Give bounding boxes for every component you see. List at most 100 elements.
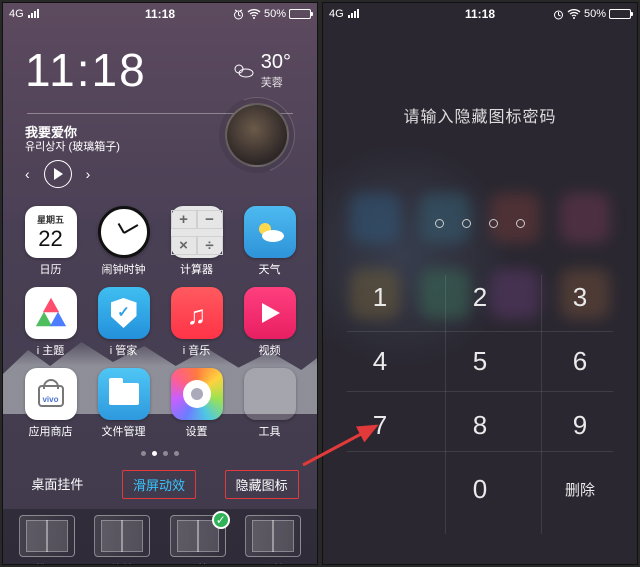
transition-thumb-icon — [19, 515, 75, 557]
key-delete[interactable]: 删除 — [535, 460, 625, 518]
tab-widgets[interactable]: 桌面挂件 — [21, 470, 93, 499]
folder-icon — [98, 368, 150, 420]
city-label: 芙蓉 — [261, 74, 291, 90]
battery-label: 50% — [264, 8, 286, 20]
keypad-line — [541, 275, 542, 534]
transition-rotate[interactable]: 旋转 — [94, 515, 150, 565]
keypad-line — [445, 275, 446, 534]
shield-icon — [98, 287, 150, 339]
app-label: 应用商店 — [29, 423, 73, 439]
app-settings[interactable]: 设置 — [163, 368, 230, 439]
key-1[interactable]: 1 — [335, 268, 425, 326]
key-7[interactable]: 7 — [335, 396, 425, 454]
app-video[interactable]: 视频 — [236, 287, 303, 358]
key-2[interactable]: 2 — [435, 268, 525, 326]
key-5[interactable]: 5 — [435, 332, 525, 390]
prev-track-icon[interactable]: ‹ — [25, 167, 30, 181]
keypad-line — [347, 391, 613, 392]
battery-label: 50% — [584, 8, 606, 20]
video-icon — [244, 287, 296, 339]
app-calendar[interactable]: 星期五 22 日历 — [17, 206, 84, 277]
song-subtitle: 유리상자 (玻璃箱子) — [25, 140, 120, 154]
app-label: 视频 — [259, 342, 281, 358]
numeric-keypad: 1 2 3 4 5 6 7 8 9 0 删除 — [335, 268, 625, 518]
app-grid: 星期五 22 日历 闹钟时钟 +−×÷ 计算器 天气 i 主题 — [3, 188, 317, 445]
transition-thumb-icon — [245, 515, 301, 557]
app-label: 天气 — [259, 261, 281, 277]
weather-block[interactable]: 30° 芙蓉 — [231, 51, 291, 90]
alarm-icon — [553, 9, 564, 20]
clock-icon — [98, 206, 150, 258]
transition-row[interactable]: 推压 旋转 ✓ 圆筒 翻转 — [3, 509, 317, 565]
app-label: 闹钟时钟 — [102, 261, 146, 277]
status-bar: 4G 11:18 50% — [3, 3, 317, 25]
tab-transition[interactable]: 滑屏动效 — [122, 470, 196, 499]
album-art[interactable] — [225, 103, 289, 167]
network-label: 4G — [329, 8, 344, 20]
pin-indicator — [435, 219, 525, 228]
key-0[interactable]: 0 — [435, 460, 525, 518]
check-icon: ✓ — [212, 511, 230, 529]
status-time: 11:18 — [465, 7, 495, 21]
transition-push[interactable]: 推压 — [19, 515, 75, 565]
wifi-icon — [567, 9, 581, 19]
app-label: 文件管理 — [102, 423, 146, 439]
gear-icon — [171, 368, 223, 420]
battery-icon — [609, 9, 631, 19]
app-label: 计算器 — [180, 261, 213, 277]
signal-icon — [347, 9, 361, 19]
weather-app-icon — [244, 206, 296, 258]
key-9[interactable]: 9 — [535, 396, 625, 454]
phone-home-editor: 4G 11:18 50% 11:18 30° 芙蓉 — [2, 2, 318, 565]
alarm-icon — [233, 9, 244, 20]
status-bar: 4G 11:18 50% — [323, 3, 637, 25]
transition-thumb-icon — [94, 515, 150, 557]
app-label: i 音乐 — [183, 342, 211, 358]
folder-tools-icon — [244, 368, 296, 420]
temperature: 30° — [261, 51, 291, 74]
app-files[interactable]: 文件管理 — [90, 368, 157, 439]
app-label: i 主题 — [37, 342, 65, 358]
app-label: 设置 — [186, 423, 208, 439]
next-track-icon[interactable]: › — [86, 167, 91, 181]
calculator-icon: +−×÷ — [171, 206, 223, 258]
page-dots[interactable] — [3, 445, 317, 462]
phone-hidden-icon-lock: 4G 11:18 50% 请输入隐藏图标密码 1 2 3 4 5 — [322, 2, 638, 565]
editor-tabs: 桌面挂件 滑屏动效 隐藏图标 — [3, 462, 317, 509]
lock-prompt: 请输入隐藏图标密码 — [403, 103, 556, 127]
tab-hide-icons[interactable]: 隐藏图标 — [225, 470, 299, 499]
key-6[interactable]: 6 — [535, 332, 625, 390]
keypad-line — [347, 451, 613, 452]
clock-weather-widget[interactable]: 11:18 30° 芙蓉 — [3, 25, 317, 107]
app-clock[interactable]: 闹钟时钟 — [90, 206, 157, 277]
transition-cylinder[interactable]: ✓ 圆筒 — [170, 515, 226, 565]
app-label: 工具 — [259, 423, 281, 439]
app-theme[interactable]: i 主题 — [17, 287, 84, 358]
music-icon: ♫ — [171, 287, 223, 339]
network-label: 4G — [9, 8, 24, 20]
app-label: i 管家 — [110, 342, 138, 358]
wifi-icon — [247, 9, 261, 19]
status-time: 11:18 — [145, 7, 175, 21]
battery-icon — [289, 9, 311, 19]
app-tools-folder[interactable]: 工具 — [236, 368, 303, 439]
key-blank — [335, 460, 425, 518]
app-label: 日历 — [40, 261, 62, 277]
play-button[interactable] — [44, 160, 72, 188]
app-music[interactable]: ♫ i 音乐 — [163, 287, 230, 358]
key-4[interactable]: 4 — [335, 332, 425, 390]
signal-icon — [27, 9, 41, 19]
calendar-icon: 星期五 22 — [25, 206, 77, 258]
song-title: 我要爱你 — [25, 126, 120, 140]
key-3[interactable]: 3 — [535, 268, 625, 326]
app-calculator[interactable]: +−×÷ 计算器 — [163, 206, 230, 277]
store-icon: vivo — [25, 368, 77, 420]
theme-icon — [25, 287, 77, 339]
app-guard[interactable]: i 管家 — [90, 287, 157, 358]
weather-icon — [231, 61, 255, 81]
app-weather[interactable]: 天气 — [236, 206, 303, 277]
key-8[interactable]: 8 — [435, 396, 525, 454]
keypad-line — [347, 331, 613, 332]
app-store[interactable]: vivo 应用商店 — [17, 368, 84, 439]
transition-flip[interactable]: 翻转 — [245, 515, 301, 565]
